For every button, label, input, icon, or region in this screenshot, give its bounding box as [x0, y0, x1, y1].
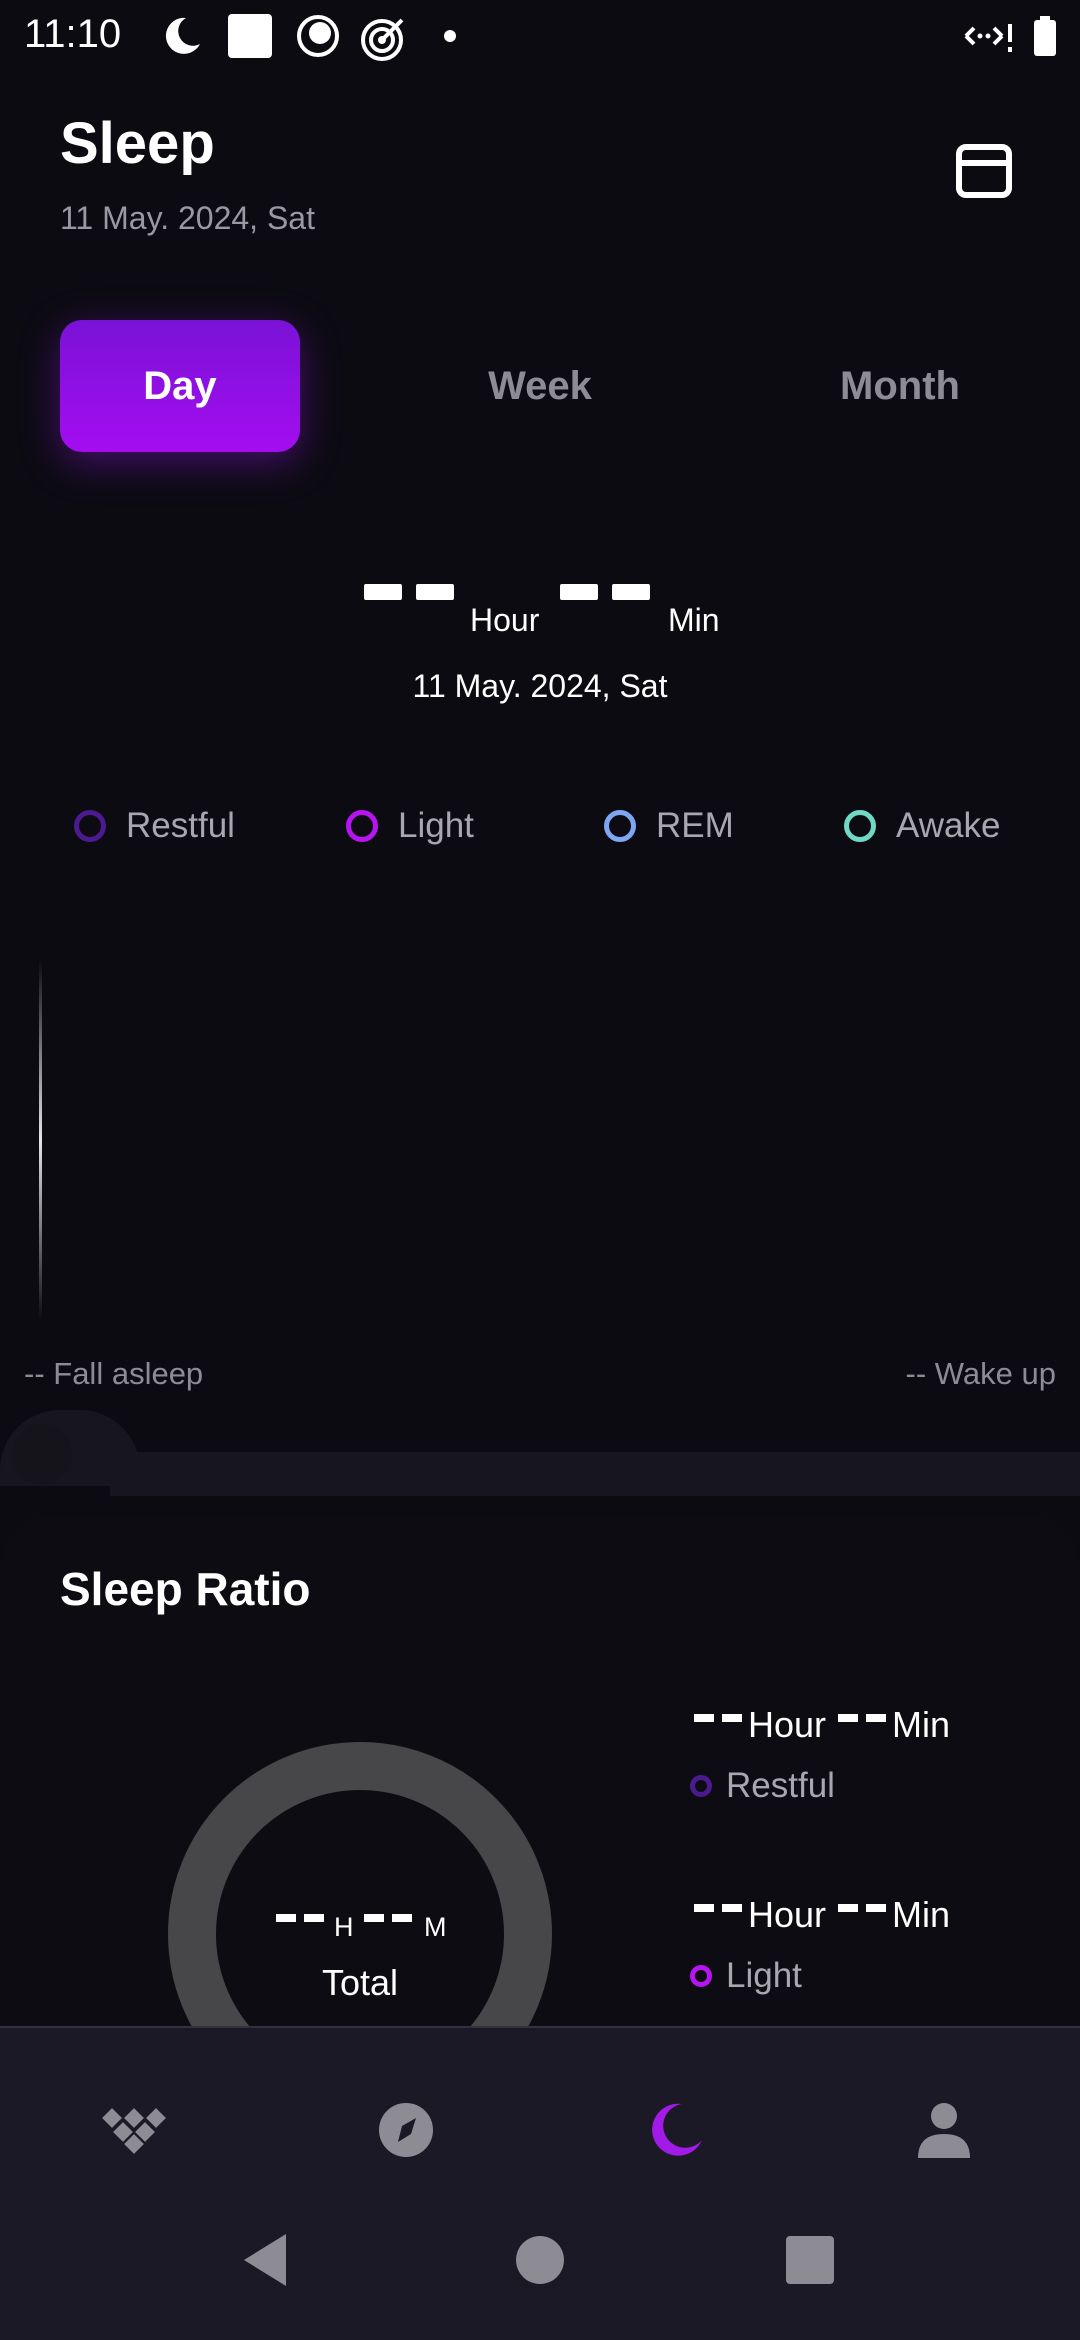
stat-light: Light — [690, 1956, 802, 1996]
light-dot-icon — [690, 1965, 712, 1987]
donut-total-label: Total — [321, 1962, 399, 2003]
nav-dashboard[interactable] — [94, 2090, 174, 2170]
wake-up-label: -- Wake up — [905, 1356, 1056, 1391]
tab-month[interactable]: Month — [780, 320, 1020, 452]
profile-icon — [918, 2103, 970, 2158]
legend-label: REM — [656, 806, 734, 845]
eye-circle-icon — [297, 15, 339, 57]
nav-discover[interactable] — [366, 2090, 446, 2170]
moon-clock-icon — [165, 17, 200, 54]
legend-rem: REM — [604, 804, 734, 848]
scrubber-bar — [110, 1452, 1080, 1496]
stat-label: Light — [726, 1956, 802, 1995]
tab-day[interactable]: Day — [60, 320, 300, 452]
bottom-nav — [0, 2026, 1080, 2340]
restful-ring-icon — [74, 810, 106, 842]
nav-profile[interactable] — [904, 2090, 984, 2170]
legend-light: Light — [346, 804, 474, 848]
stat-restful: Restful — [690, 1766, 835, 1806]
target-icon — [361, 18, 404, 61]
status-time: 11:10 — [24, 12, 122, 56]
battery-icon — [1034, 16, 1056, 56]
fall-asleep-label: -- Fall asleep — [24, 1356, 204, 1391]
min-placeholder — [560, 584, 650, 600]
legend-restful: Restful — [74, 804, 235, 848]
sleep-duration: Hour Min — [0, 570, 1080, 650]
dot-icon — [444, 30, 456, 42]
hour-placeholder — [364, 584, 454, 600]
light-hour-unit: Hour — [748, 1894, 827, 1935]
scrubber-handle[interactable] — [12, 1424, 72, 1484]
white-square-icon — [228, 14, 272, 58]
stat-label: Restful — [726, 1766, 835, 1805]
back-icon[interactable] — [238, 2230, 298, 2290]
awake-ring-icon — [844, 810, 876, 842]
restful-min-unit: Min — [892, 1704, 951, 1745]
data-signal-icon — [964, 24, 1012, 52]
rem-ring-icon — [604, 810, 636, 842]
legend-label: Light — [398, 806, 474, 845]
min-unit: Min — [668, 602, 720, 638]
legend-label: Awake — [896, 806, 1001, 845]
sleep-ratio-title: Sleep Ratio — [60, 1563, 311, 1615]
legend-label: Restful — [126, 806, 235, 845]
recents-icon[interactable] — [780, 2230, 840, 2290]
light-hour-placeholder — [694, 1904, 742, 1912]
light-ring-icon — [346, 810, 378, 842]
chart-cursor-line — [39, 960, 42, 1320]
nav-sleep[interactable] — [636, 2090, 716, 2170]
summary-date: 11 May. 2024, Sat — [412, 668, 668, 704]
scrubber — [0, 1410, 1080, 1496]
restful-hour-placeholder — [694, 1714, 742, 1722]
restful-dot-icon — [690, 1775, 712, 1797]
legend-awake: Awake — [844, 804, 1000, 848]
page-title: Sleep — [60, 111, 215, 176]
tab-week[interactable]: Week — [420, 320, 660, 452]
light-min-placeholder — [838, 1904, 886, 1912]
header-date: 11 May. 2024, Sat — [60, 200, 315, 236]
restful-min-placeholder — [838, 1714, 886, 1722]
home-icon[interactable] — [510, 2230, 570, 2290]
total-h-unit: H — [334, 1912, 354, 1942]
hour-unit: Hour — [470, 602, 540, 638]
compass-icon — [379, 2103, 433, 2157]
restful-hour-unit: Hour — [748, 1704, 827, 1745]
total-min-placeholder — [364, 1914, 412, 1922]
total-m-unit: M — [424, 1912, 447, 1942]
light-min-unit: Min — [892, 1894, 951, 1935]
dashboard-icon — [102, 2108, 166, 2154]
calendar-icon[interactable] — [956, 144, 1012, 198]
total-hour-placeholder — [276, 1914, 324, 1922]
status-bar: 11:10 — [0, 0, 1080, 72]
moon-icon — [652, 2103, 702, 2156]
